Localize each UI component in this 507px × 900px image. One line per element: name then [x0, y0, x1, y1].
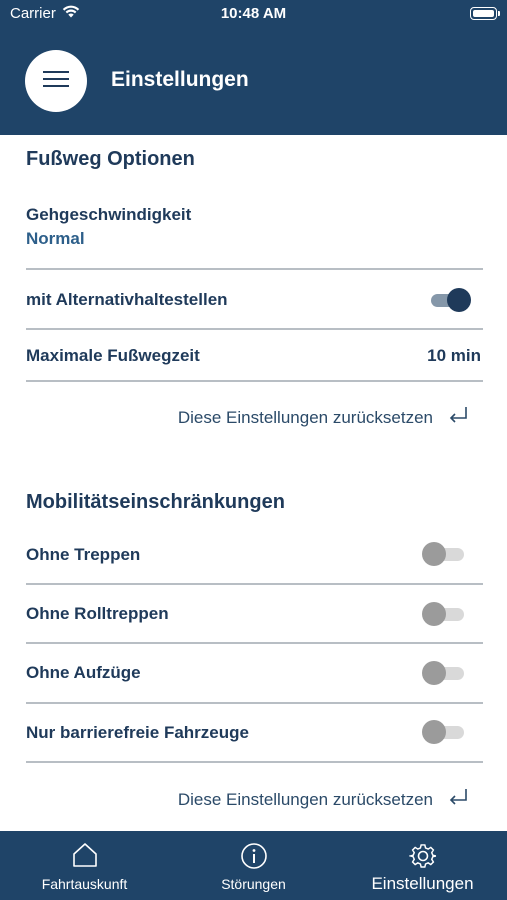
mobility-option-label: Ohne Treppen — [26, 545, 141, 564]
walking-reset-button[interactable]: Diese Einstellungen zurücksetzen — [0, 405, 507, 430]
tab-stoerungen[interactable]: Störungen — [169, 831, 338, 900]
tab-bar: Fahrtauskunft Störungen Einstellungen — [0, 831, 507, 900]
no-elevators-toggle[interactable] — [422, 661, 466, 685]
return-arrow-icon — [447, 787, 469, 812]
divider — [26, 642, 483, 644]
mobility-section-title: Mobilitätseinschränkungen — [26, 491, 285, 513]
alternative-stops-toggle[interactable] — [427, 288, 471, 312]
hamburger-menu-icon — [43, 70, 69, 93]
tab-label: Fahrtauskunft — [41, 876, 128, 892]
walking-speed-label: Gehgeschwindigkeit — [26, 205, 192, 224]
no-stairs-toggle[interactable] — [422, 542, 466, 566]
tab-label: Störungen — [221, 876, 286, 892]
alternative-stops-label: mit Alternativhaltestellen — [26, 290, 228, 309]
no-escalators-toggle[interactable] — [422, 602, 466, 626]
walking-section-title: Fußweg Optionen — [26, 148, 195, 170]
divider — [26, 380, 483, 382]
return-arrow-icon — [447, 405, 469, 430]
tab-fahrtauskunft[interactable]: Fahrtauskunft — [0, 831, 169, 900]
status-time: 10:48 AM — [220, 5, 287, 22]
gear-icon — [338, 842, 507, 870]
battery-icon — [470, 7, 500, 20]
divider — [26, 328, 483, 330]
status-bar: Carrier 10:48 AM — [0, 0, 507, 28]
walking-speed-value: Normal — [26, 229, 85, 248]
mobility-reset-button[interactable]: Diese Einstellungen zurücksetzen — [0, 787, 507, 812]
walking-reset-label: Diese Einstellungen zurücksetzen — [177, 407, 433, 427]
divider — [26, 583, 483, 585]
mobility-reset-label: Diese Einstellungen zurücksetzen — [177, 789, 433, 809]
divider — [26, 702, 483, 704]
app-header: Carrier 10:48 AM Einstellungen — [0, 0, 507, 135]
info-icon — [169, 842, 338, 870]
page-title: Einstellungen — [111, 68, 249, 91]
tab-einstellungen[interactable]: Einstellungen — [338, 831, 507, 900]
home-icon — [0, 842, 169, 868]
mobility-option-label: Nur barrierefreie Fahrzeuge — [26, 723, 249, 742]
menu-button[interactable] — [25, 50, 87, 112]
mobility-option-label: Ohne Rolltreppen — [26, 604, 169, 623]
divider — [26, 268, 483, 270]
tab-label: Einstellungen — [371, 874, 474, 893]
max-walk-value: 10 min — [427, 346, 481, 365]
mobility-option-label: Ohne Aufzüge — [26, 663, 141, 682]
max-walk-label: Maximale Fußwegzeit — [26, 346, 200, 365]
divider — [26, 761, 483, 763]
accessible-vehicles-toggle[interactable] — [422, 720, 466, 744]
